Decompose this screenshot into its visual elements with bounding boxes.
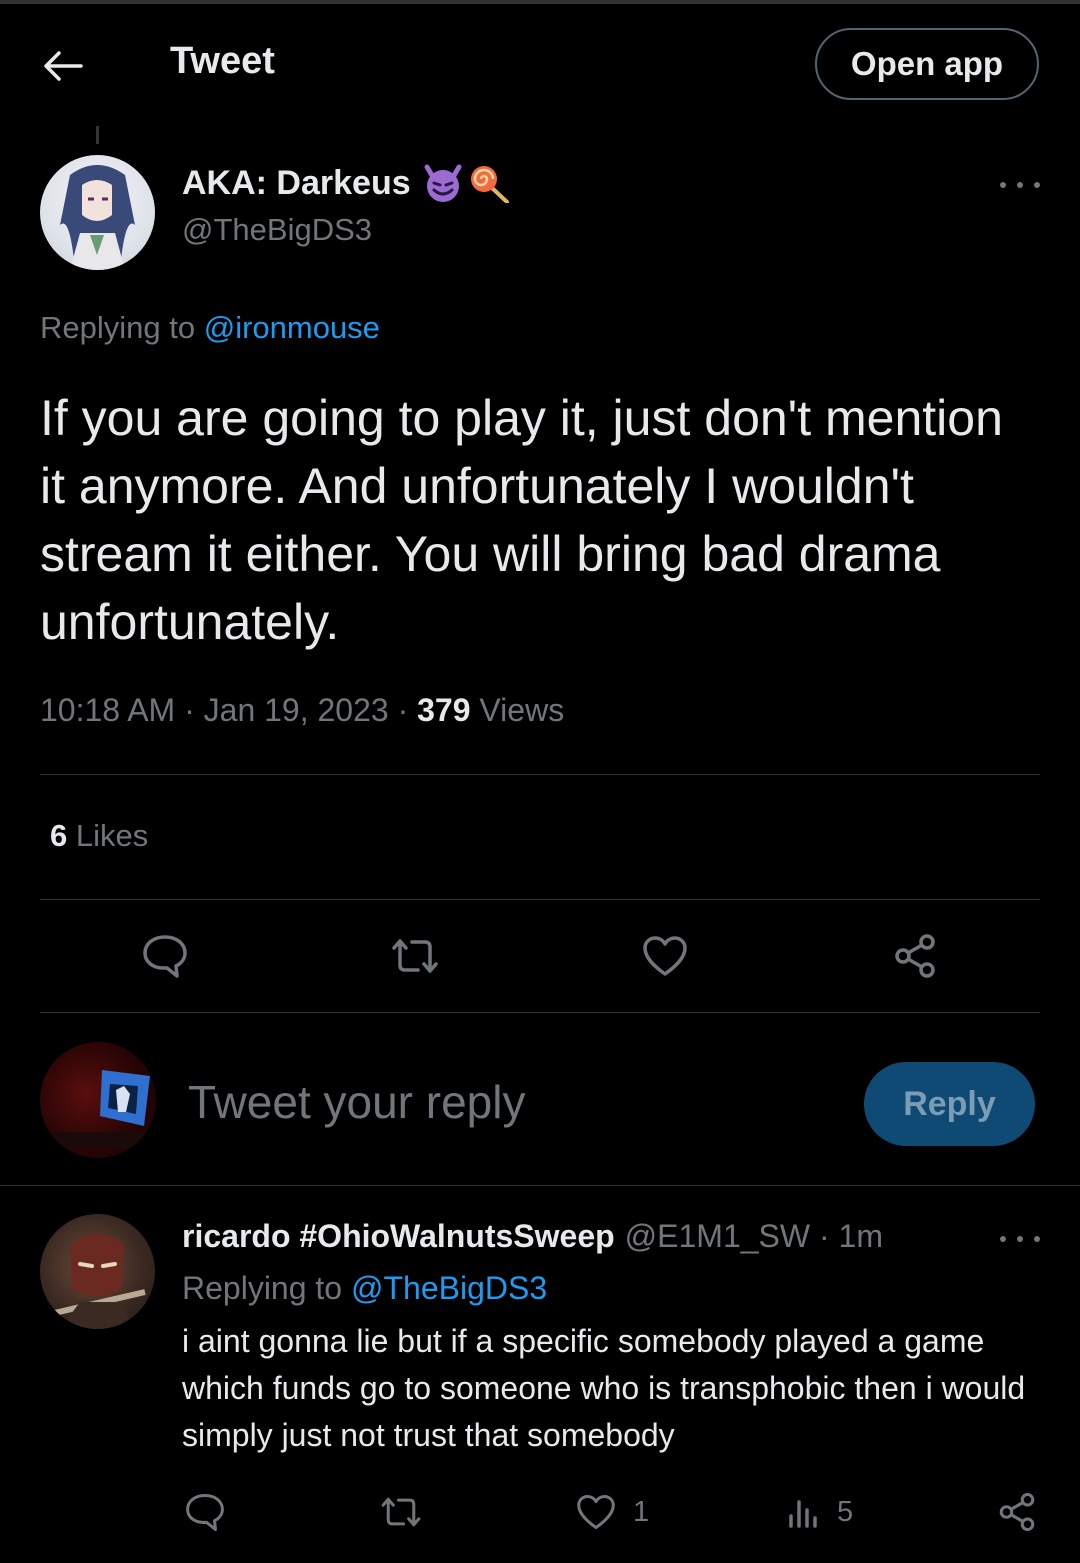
views-count: 379 — [417, 692, 471, 728]
meta-separator: · — [184, 692, 204, 728]
reply-header: ricardo #OhioWalnutsSweep @E1M1_SW · 1m — [182, 1218, 883, 1255]
analytics-bars-icon — [789, 1500, 817, 1528]
anime-avatar-image — [60, 165, 135, 270]
page-title: Tweet — [170, 40, 275, 82]
more-dot-icon — [1017, 182, 1023, 188]
likes-label: Likes — [75, 818, 149, 853]
more-dot-icon — [1000, 182, 1006, 188]
more-dot-icon — [1000, 1236, 1006, 1242]
divider — [40, 774, 1040, 775]
open-app-button[interactable]: Open app — [815, 28, 1039, 100]
reply-views-button[interactable]: 5 — [787, 1487, 853, 1537]
more-dot-icon — [1034, 1236, 1040, 1242]
more-options-button[interactable] — [1000, 175, 1040, 195]
tweet-meta: 10:18 AM · Jan 19, 2023 · 379 Views — [40, 692, 564, 729]
reply-author-name[interactable]: ricardo #OhioWalnutsSweep — [182, 1218, 615, 1254]
meta-separator: · — [397, 692, 418, 728]
heart-icon — [577, 1494, 615, 1530]
reply-replying-to-line: Replying to @TheBigDS3 — [182, 1270, 547, 1307]
author-emoji — [421, 163, 511, 203]
reply-replying-prefix: Replying to — [182, 1270, 343, 1306]
section-divider — [0, 1185, 1080, 1186]
reply-submit-button[interactable]: Reply — [864, 1062, 1035, 1146]
like-action-button[interactable] — [635, 926, 695, 986]
tweet-time[interactable]: 10:18 AM — [40, 692, 175, 728]
divider — [40, 899, 1040, 900]
share-icon — [895, 934, 935, 978]
status-bar-edge — [0, 0, 1080, 4]
reply-text: i aint gonna lie but if a specific someb… — [182, 1323, 1026, 1453]
reply-like-count: 1 — [633, 1495, 650, 1528]
reply-views-count: 5 — [837, 1495, 854, 1528]
reply-time-separator: · — [810, 1218, 839, 1254]
comment-icon — [143, 935, 187, 978]
reply-author-handle[interactable]: @E1M1_SW — [625, 1218, 810, 1254]
smiling-devil-icon — [424, 164, 462, 202]
author-name[interactable]: AKA: Darkeus — [182, 163, 511, 203]
arrow-left-icon — [44, 51, 83, 81]
author-handle[interactable]: @TheBigDS3 — [182, 212, 372, 248]
replying-prefix: Replying to — [40, 310, 196, 345]
comment-icon — [186, 1493, 224, 1531]
user-avatar[interactable] — [40, 1042, 156, 1158]
views-label: Views — [479, 692, 565, 728]
lollipop-icon — [470, 166, 509, 203]
reply-input[interactable] — [188, 1075, 828, 1129]
retweet-icon — [392, 939, 438, 973]
reply-like-button[interactable]: 1 — [575, 1487, 649, 1537]
author-avatar[interactable] — [40, 155, 155, 270]
tweet-text: If you are going to play it, just don't … — [40, 390, 1003, 650]
reply-more-options-button[interactable] — [1000, 1229, 1040, 1249]
reply-comment-button[interactable] — [184, 1487, 226, 1537]
thread-connector — [96, 126, 99, 144]
back-button[interactable] — [36, 40, 90, 92]
reply-action-button[interactable] — [135, 926, 195, 986]
reply-mention-link[interactable]: @TheBigDS3 — [351, 1270, 547, 1306]
likes-count: 6 — [50, 818, 68, 853]
divider — [40, 1012, 1040, 1013]
share-action-button[interactable] — [885, 926, 945, 986]
author-name-text: AKA: Darkeus — [182, 163, 411, 202]
mention-link[interactable]: @ironmouse — [204, 310, 380, 345]
tweet-date[interactable]: Jan 19, 2023 — [204, 692, 389, 728]
user-avatar-image — [50, 1070, 150, 1148]
heart-icon — [643, 936, 687, 976]
retweet-icon — [381, 1497, 421, 1527]
reply-time[interactable]: 1m — [839, 1218, 883, 1254]
more-dot-icon — [1034, 182, 1040, 188]
more-dot-icon — [1017, 1236, 1023, 1242]
reply-share-button[interactable] — [996, 1487, 1038, 1537]
masked-character-avatar-image — [49, 1234, 146, 1329]
retweet-action-button[interactable] — [385, 926, 445, 986]
reply-retweet-button[interactable] — [378, 1487, 424, 1537]
replying-to-line: Replying to @ironmouse — [40, 310, 380, 346]
share-icon — [999, 1492, 1035, 1532]
likes-stat[interactable]: 6 Likes — [50, 818, 148, 854]
reply-author-avatar[interactable] — [40, 1214, 155, 1329]
